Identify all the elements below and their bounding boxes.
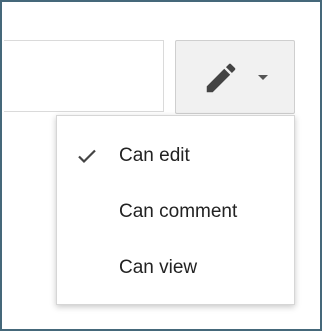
share-people-input[interactable] (4, 40, 164, 112)
permission-menu: Can edit Can comment Can view (56, 115, 295, 305)
caret-down-icon (258, 75, 268, 80)
menu-item-label: Can view (119, 257, 198, 278)
menu-item-can-edit[interactable]: Can edit (57, 136, 294, 176)
menu-item-can-comment[interactable]: Can comment (57, 192, 294, 232)
checkmark-icon (78, 149, 96, 164)
menu-item-label: Can edit (119, 145, 190, 166)
permission-dropdown-button[interactable] (175, 40, 295, 114)
dialog-frame: Can edit Can comment Can view (0, 0, 322, 331)
menu-item-label: Can comment (119, 201, 238, 222)
menu-item-can-view[interactable]: Can view (57, 248, 294, 288)
pencil-icon (206, 63, 236, 93)
